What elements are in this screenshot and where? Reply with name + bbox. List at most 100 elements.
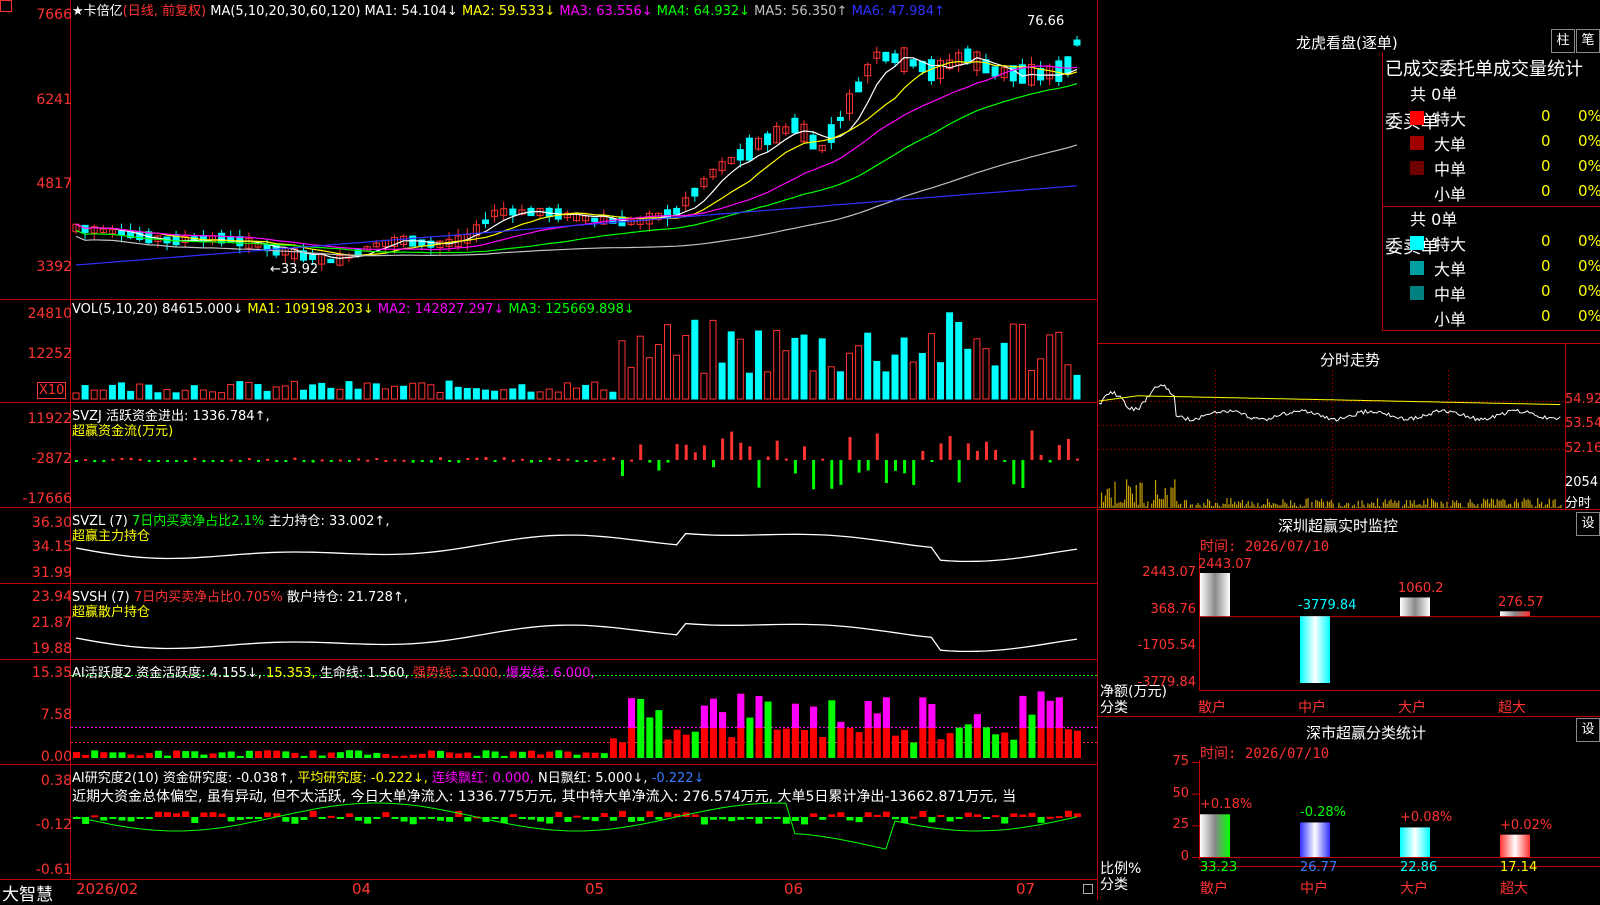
ai-research-bar [337,817,344,819]
ai-active-header: AI活跃度2 资金活跃度: 4.155↓, 15.353, 生命线: 1.560… [72,662,595,681]
intraday-vol-bar [1153,500,1154,508]
ai-active-bar [646,717,653,758]
chart-canvas [0,0,1600,900]
sz-monitor-settings-button[interactable]: 设 [1576,512,1600,536]
intraday-vol-bar [1238,501,1239,508]
intraday-y-tick-1: 53.54 [1565,416,1600,431]
svzj-bar [585,460,588,462]
intraday-vol-bar [1253,504,1254,508]
intraday-vol-bar [1242,500,1243,508]
volume-bar [182,390,188,399]
intraday-vol-bar [1273,503,1274,508]
svzj-bar [639,444,642,460]
sell-row-name-0: 特大 [1434,231,1466,255]
ai-active-bar [410,755,417,758]
svzj-bar [1067,439,1070,460]
ai-research-bar [373,817,380,819]
buy-row-count-1: 0 [1541,132,1551,150]
svzj-bar [466,458,469,460]
ai-active-bar [173,750,180,758]
svzj-bar [1076,459,1079,461]
sz-stats-settings-button[interactable]: 设 [1576,718,1600,742]
volume-bar [228,385,234,399]
intraday-vol-bar [1248,501,1249,508]
y-tick-ai-active-panel-1: 7.58 [41,707,72,723]
sz-monitor-value-label-3: 276.57 [1498,595,1544,610]
stock-name[interactable]: 卡倍亿 [84,4,123,19]
intraday-vol-bar [1556,507,1557,508]
intraday-vol-bar [1201,507,1202,508]
intraday-vol-bar [1437,503,1438,508]
intraday-vol-bar [1101,492,1102,508]
intraday-vol-bar [1464,507,1465,508]
intraday-vol-bar [1541,502,1542,508]
period-label[interactable]: (日线, 前复权) [123,4,206,19]
volume-bar [801,335,807,399]
ai-active-bar [1001,733,1008,758]
svzj-bar [703,445,706,460]
y-tick-svzl-panel-2: 31.99 [32,565,72,581]
intraday-y-tick-0: 54.92 [1565,392,1600,407]
svzj-bar [976,451,979,460]
intraday-vol-bar [1402,506,1403,508]
star-icon[interactable]: ★ [72,4,84,19]
pen-view-button[interactable]: 笔 [1576,29,1600,53]
intraday-vol-bar [1221,507,1222,508]
intraday-vol-bar [1136,485,1137,508]
ai-research-bar [364,817,371,824]
intraday-vol-bar [1514,501,1515,508]
svzj-bar [949,436,952,460]
sz-stats-category-2: 大户 [1400,878,1428,898]
volume-bar [564,383,570,399]
volume-bar [82,386,88,399]
sz-monitor-bar-0 [1200,573,1230,616]
ai-research-bar [737,817,744,820]
candle-body [82,225,88,232]
intraday-vol-bar [1140,482,1141,508]
svzj-bar [348,460,351,462]
sz-stats-bar-3 [1500,835,1530,857]
svzj-bar [412,460,415,463]
volume-bar [373,384,379,399]
intraday-vol-bar [1446,502,1447,508]
volume-bar [765,372,771,399]
ai-research-bar [164,812,171,817]
ai-active-bar [392,756,399,758]
svzj-subtitle: 超赢资金流(万元) [72,420,173,439]
intraday-vol-bar [1224,504,1225,508]
svzj-bar [257,460,260,462]
ai-research-bar [128,817,135,821]
ai-research-bar [774,817,781,819]
ai-research-bar [228,817,235,821]
svzj-bar [603,459,606,461]
intraday-vol-bar [1456,500,1457,508]
ai-active-bar [746,718,753,758]
ai-active-bar [237,756,244,758]
corner-box[interactable] [0,0,12,12]
bar-view-button[interactable]: 柱 [1551,29,1575,53]
svzj-bar [830,460,833,489]
intraday-vol-bar [1431,499,1432,508]
sz-stats-category-1: 中户 [1300,878,1328,898]
intraday-vol-bar [1419,504,1420,508]
volume-bar [492,391,498,399]
volume-bar [865,333,871,399]
volume-bar [665,325,671,399]
intraday-vol-bar [1114,482,1115,508]
volume-bar [392,386,398,399]
ai-active-bar-top [1019,696,1026,728]
buy-row-swatch-2 [1410,161,1424,175]
volume-bar [401,386,407,399]
ai-active-bar [301,756,308,758]
candlesticks [73,36,1080,271]
brand-logo[interactable]: 大智慧 [2,880,53,905]
lock-icon[interactable] [1083,884,1093,894]
intraday-vol-bar [1352,506,1353,508]
svzj-bar [994,450,997,460]
intraday-vol-bar [1475,506,1476,508]
ai-active-bar [137,755,144,758]
x-tick-1: 04 [352,880,371,898]
ai-research-bar [783,817,790,824]
intraday-vol-bar [1109,488,1110,508]
volume-bar [310,385,316,399]
